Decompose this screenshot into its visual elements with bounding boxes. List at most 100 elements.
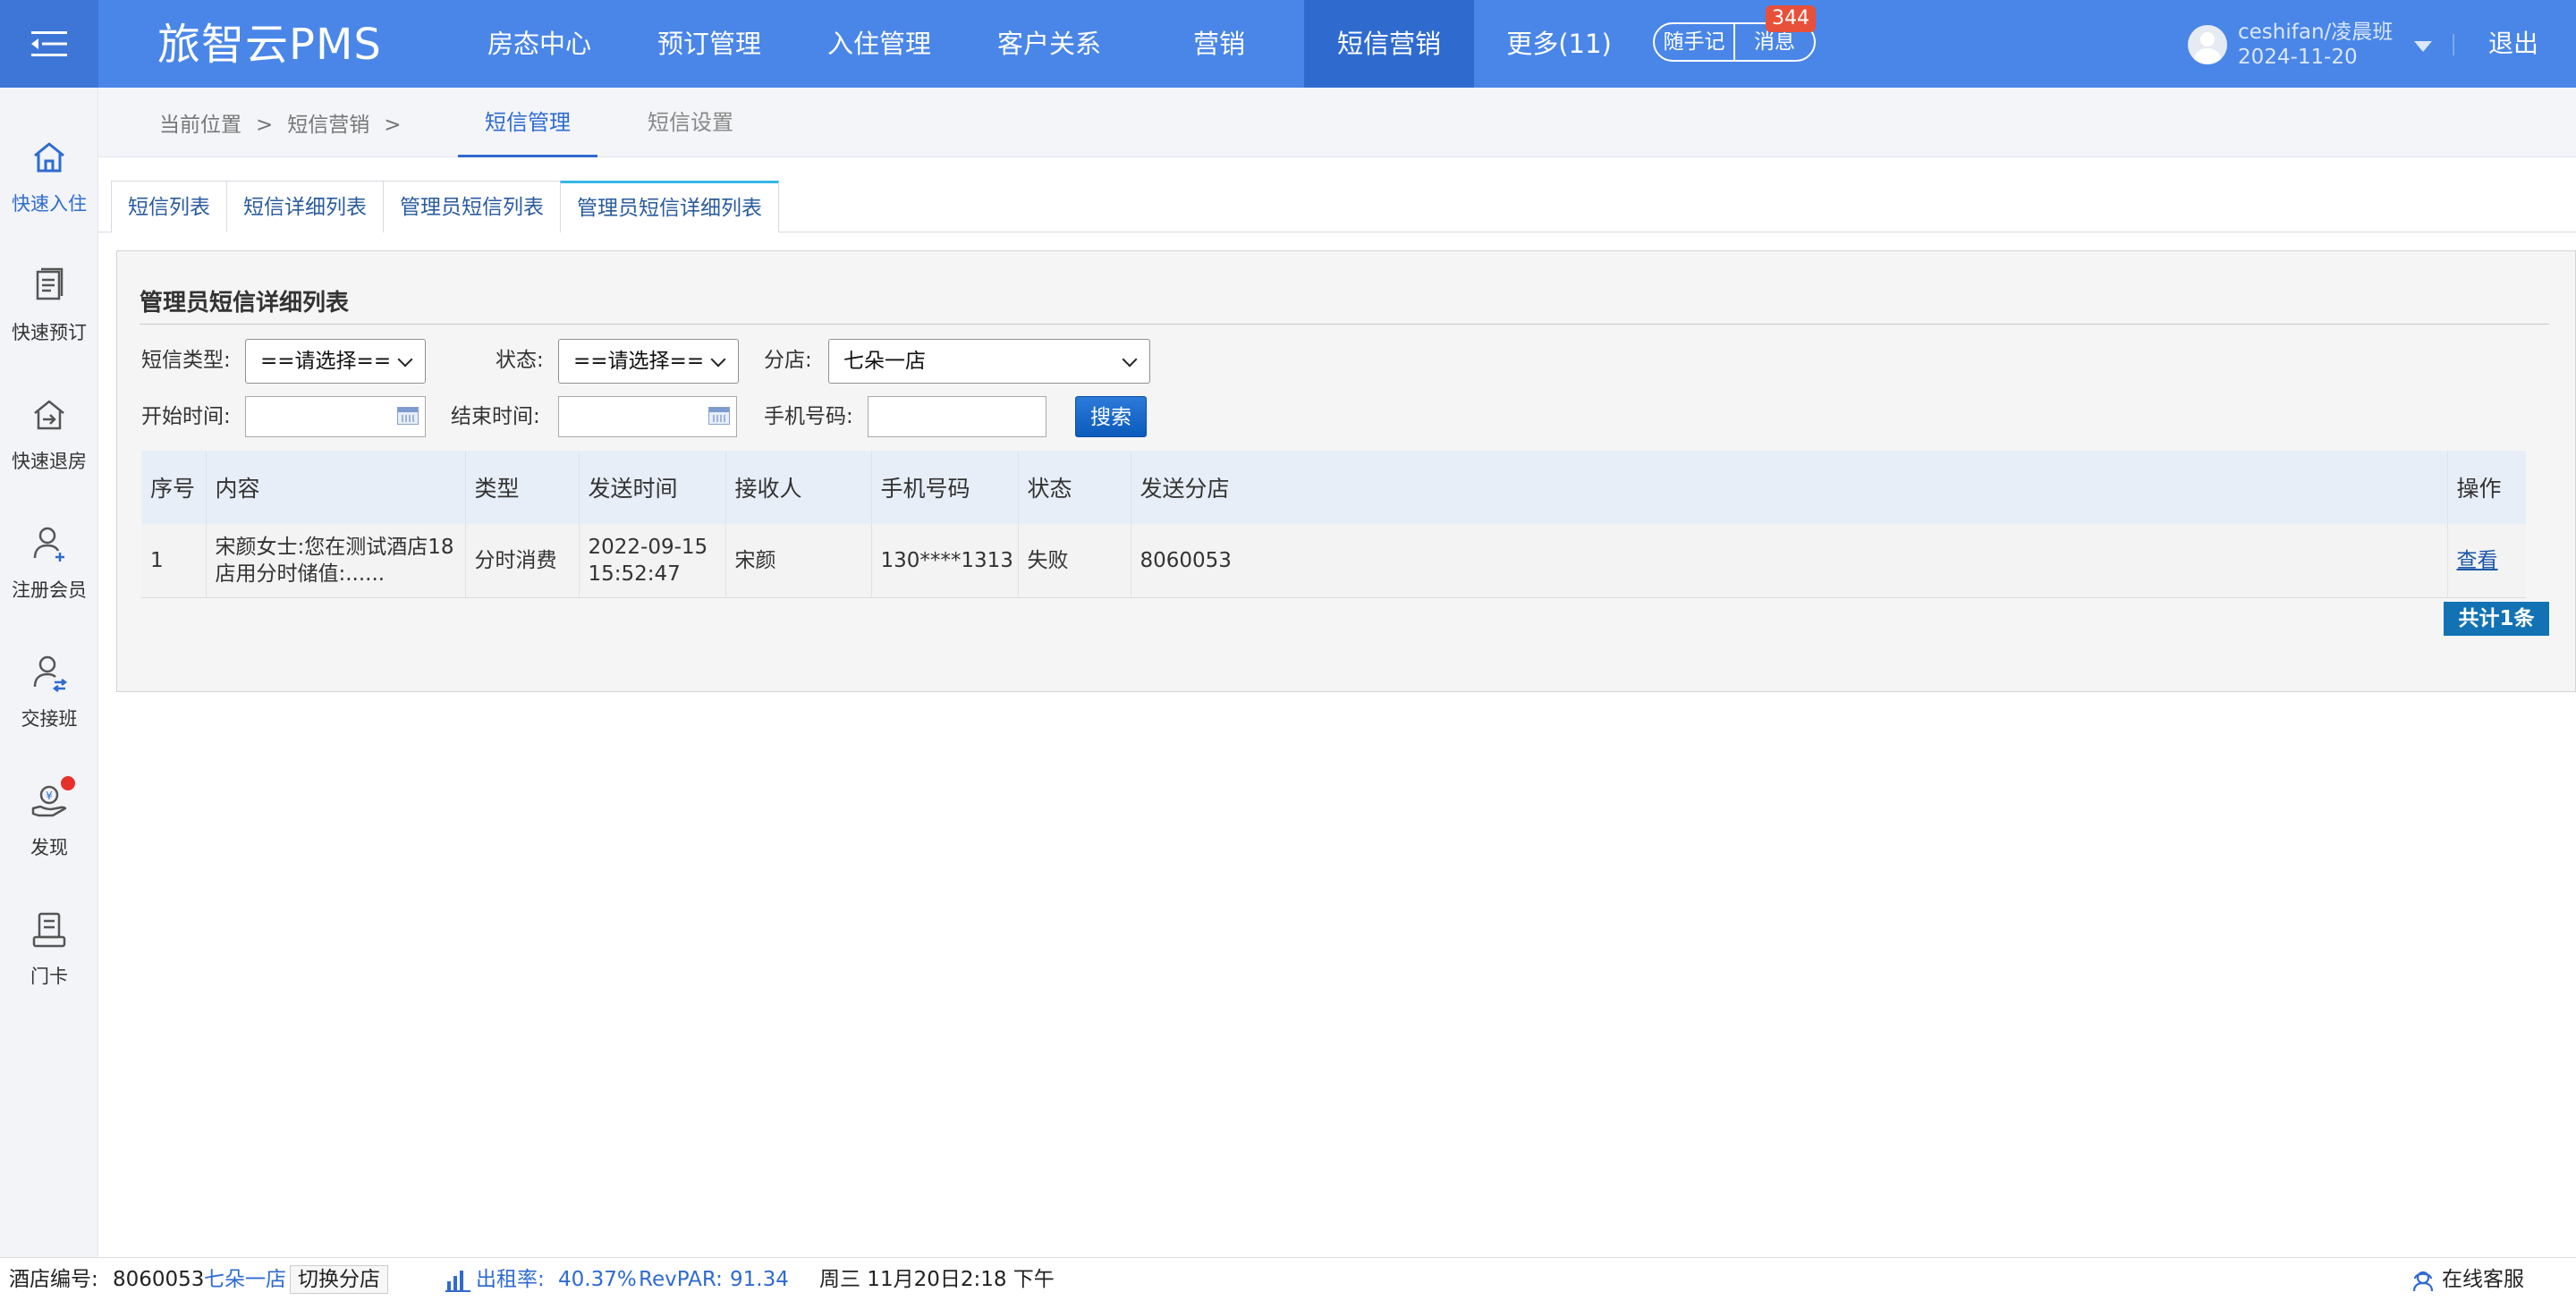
- breadcrumb: 当前位置 > 短信营销 >: [159, 88, 416, 157]
- user-date: 2024-11-20: [2238, 46, 2358, 69]
- chevron-down-icon: [710, 351, 726, 367]
- sidebar-item-label: 发现: [30, 837, 68, 858]
- nav-sms-marketing[interactable]: 短信营销: [1304, 0, 1474, 88]
- sms-type-select[interactable]: ==请选择==: [245, 339, 426, 384]
- col-header-action: 操作: [2447, 451, 2526, 524]
- nav-crm[interactable]: 客户关系: [964, 0, 1134, 88]
- phone-input[interactable]: [868, 396, 1046, 437]
- breadcrumb-separator: >: [384, 114, 402, 137]
- status-label: 状态:: [496, 349, 544, 372]
- status-bar: 酒店编号: 8060053 七朵一店 切换分店 出租率: 40.37% RevP…: [0, 1257, 2576, 1301]
- sidebar-item-label: 快速退房: [12, 451, 87, 472]
- sms-detail-table: 序号 内容 类型 发送时间 接收人 手机号码 状态 发送分店 操作 1 宋颜女士…: [141, 451, 2526, 598]
- search-button[interactable]: 搜索: [1075, 396, 1147, 437]
- branch-value: 七朵一店: [843, 350, 926, 373]
- svg-text:¥: ¥: [46, 790, 53, 802]
- hotel-code: 8060053: [113, 1268, 205, 1291]
- shift-handover-icon: [33, 655, 68, 692]
- menu-collapse-icon: [31, 31, 67, 56]
- document-list-icon: [36, 267, 64, 300]
- hotel-name[interactable]: 七朵一店: [204, 1258, 286, 1301]
- sms-type-label: 短信类型:: [141, 349, 231, 372]
- breadcrumb-label: 当前位置: [159, 114, 242, 137]
- col-header-send-time: 发送时间: [579, 451, 726, 524]
- menu-toggle-button[interactable]: [0, 0, 98, 88]
- online-support-link[interactable]: 在线客服: [2442, 1258, 2524, 1301]
- tab-sms-detail-list[interactable]: 短信详细列表: [226, 181, 384, 232]
- table-header-row: 序号 内容 类型 发送时间 接收人 手机号码 状态 发送分店 操作: [141, 451, 2526, 524]
- branch-select[interactable]: 七朵一店: [828, 339, 1150, 384]
- user-menu[interactable]: ceshifan/凌晨班 2024-11-20: [2188, 18, 2433, 72]
- breadcrumb-section[interactable]: 短信营销: [287, 88, 369, 157]
- cell-type: 分时消费: [465, 524, 580, 598]
- bar-chart-icon: [445, 1271, 470, 1292]
- logout-button[interactable]: 退出: [2488, 0, 2538, 88]
- tab-bar: 短信列表 短信详细列表 管理员短信列表 管理员短信详细列表: [111, 181, 779, 232]
- home-icon: [34, 142, 64, 173]
- end-time-label: 结束时间:: [451, 405, 540, 428]
- sidebar-item-label: 注册会员: [12, 579, 87, 601]
- memo-button[interactable]: 随手记: [1655, 24, 1733, 60]
- status-select[interactable]: ==请选择==: [558, 339, 739, 384]
- total-count-badge: 共计1条: [2444, 602, 2549, 636]
- nav-booking[interactable]: 预订管理: [624, 0, 794, 88]
- hotel-code-label: 酒店编号:: [9, 1268, 98, 1291]
- sidebar-item-label: 快速入住: [12, 193, 87, 215]
- nav-marketing[interactable]: 营销: [1134, 0, 1304, 88]
- start-time-label: 开始时间:: [141, 405, 231, 428]
- col-header-branch: 发送分店: [1131, 451, 2448, 524]
- sidebar-item-label: 快速预订: [12, 322, 87, 343]
- revpar-label: RevPAR:: [639, 1268, 723, 1291]
- status-value: ==请选择==: [573, 350, 705, 373]
- sidebar-item-register-member[interactable]: 注册会员: [0, 524, 98, 631]
- cell-receiver: 宋颜: [725, 524, 872, 598]
- nav-more[interactable]: 更多(11): [1474, 0, 1644, 88]
- occupancy-label: 出租率:: [476, 1268, 545, 1291]
- sidebar-item-door-card[interactable]: 门卡: [0, 910, 98, 1018]
- col-header-status: 状态: [1018, 451, 1131, 524]
- cell-status: 失败: [1018, 524, 1131, 598]
- tab-admin-sms-detail-list[interactable]: 管理员短信详细列表: [560, 181, 779, 232]
- col-header-type: 类型: [465, 451, 580, 524]
- subtab-sms-settings[interactable]: 短信设置: [621, 88, 760, 157]
- nav-checkin[interactable]: 入住管理: [794, 0, 964, 88]
- cell-action: 查看: [2447, 524, 2526, 598]
- nav-room-status[interactable]: 房态中心: [454, 0, 624, 88]
- chevron-down-icon: [2414, 41, 2433, 52]
- chevron-down-icon: [1122, 351, 1138, 367]
- notification-dot: [61, 776, 75, 790]
- tab-admin-sms-list[interactable]: 管理员短信列表: [383, 181, 561, 232]
- col-header-receiver: 接收人: [725, 451, 872, 524]
- calendar-icon[interactable]: [397, 407, 419, 425]
- cell-send-time: 2022-09-15 15:52:47: [579, 524, 726, 598]
- panel-title: 管理员短信详细列表: [140, 290, 350, 317]
- title-divider: [140, 324, 2549, 325]
- subheader: 当前位置 > 短信营销 > 短信管理 短信设置: [98, 88, 2576, 157]
- top-bar: 旅智云PMS 房态中心 预订管理 入住管理 客户关系 营销 短信营销 更多(11…: [0, 0, 2576, 88]
- phone-label: 手机号码:: [764, 405, 853, 428]
- current-datetime: 周三 11月20日2:18 下午: [819, 1268, 1055, 1291]
- branch-label: 分店:: [764, 349, 812, 372]
- brand-logo: 旅智云PMS: [157, 20, 382, 70]
- switch-branch-button[interactable]: 切换分店: [290, 1265, 388, 1294]
- user-name: ceshifan/凌晨班: [2238, 21, 2394, 44]
- add-user-icon: [33, 527, 64, 562]
- subtab-sms-management[interactable]: 短信管理: [458, 88, 597, 157]
- cell-branch: 8060053: [1131, 524, 2448, 598]
- sidebar-item-quick-checkin[interactable]: 快速入住: [0, 138, 98, 245]
- breadcrumb-separator: >: [256, 114, 274, 137]
- view-link[interactable]: 查看: [2457, 549, 2498, 572]
- sidebar: 快速入住 快速预订 快速退房 注册会员 交接班 ¥ 发现 门卡: [0, 88, 98, 1257]
- tab-sms-list[interactable]: 短信列表: [111, 181, 227, 232]
- sidebar-item-discover[interactable]: ¥ 发现: [0, 776, 98, 889]
- main-nav: 房态中心 预订管理 入住管理 客户关系 营销 短信营销 更多(11): [454, 0, 1644, 88]
- col-header-phone: 手机号码: [871, 451, 1019, 524]
- revpar-value: 91.34: [730, 1268, 789, 1291]
- sidebar-item-shift-handover[interactable]: 交接班: [0, 653, 98, 760]
- sidebar-item-label: 交接班: [21, 708, 78, 730]
- customer-service-icon: [2412, 1271, 2434, 1292]
- sidebar-item-quick-booking[interactable]: 快速预订: [0, 266, 98, 374]
- calendar-icon[interactable]: [708, 407, 730, 425]
- col-header-content: 内容: [206, 451, 466, 524]
- sidebar-item-quick-checkout[interactable]: 快速退房: [0, 395, 98, 503]
